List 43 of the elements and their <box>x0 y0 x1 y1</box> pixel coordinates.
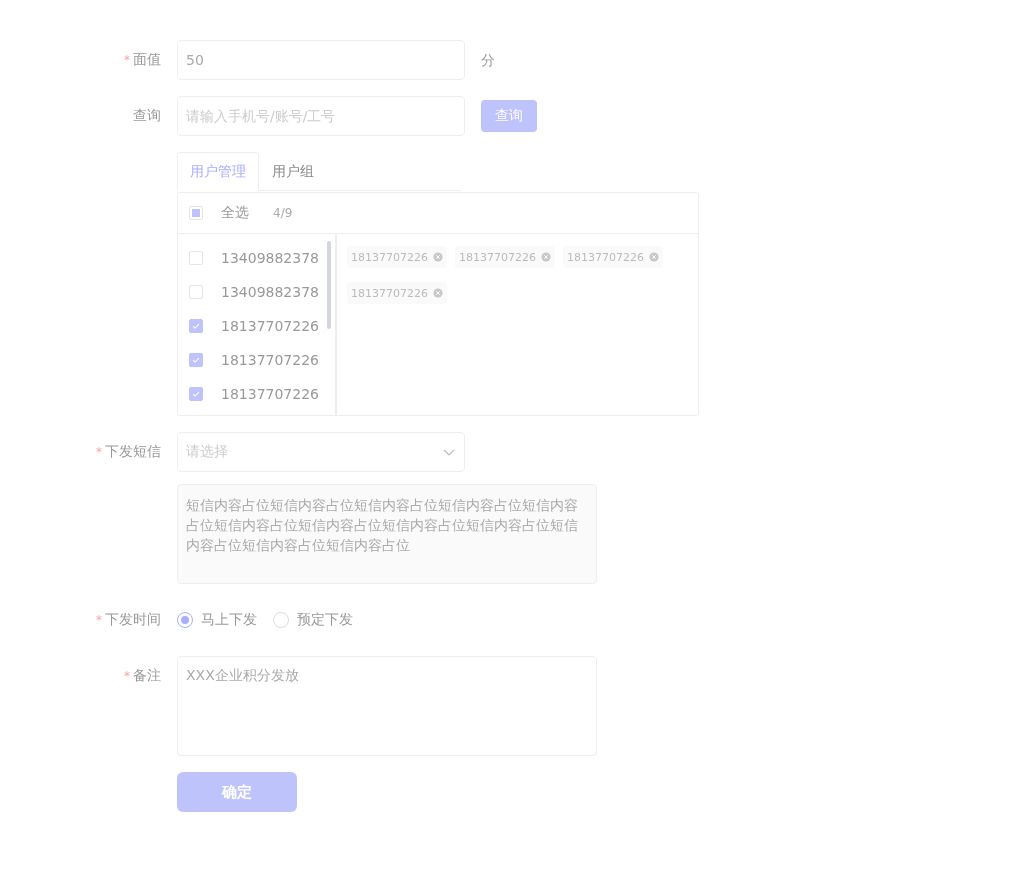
required-mark: * <box>96 613 102 627</box>
field-label: 下发时间 <box>105 611 161 629</box>
field-label: 备注 <box>133 667 161 685</box>
radio-label: 预定下发 <box>297 611 353 629</box>
field-label: 下发短信 <box>105 443 161 461</box>
radio-button[interactable] <box>177 612 193 628</box>
remove-icon[interactable] <box>540 252 551 262</box>
phone-number: 13409882378 <box>221 284 319 300</box>
phone-number: 18137707226 <box>221 318 319 334</box>
field-label: 查询 <box>133 107 161 125</box>
required-mark: * <box>124 669 130 683</box>
checkbox[interactable] <box>189 353 203 367</box>
select-all-checkbox[interactable] <box>189 206 203 220</box>
selected-tag: 18137707226 <box>455 246 555 268</box>
tab[interactable]: 用户组 <box>259 152 327 190</box>
confirm-button[interactable]: 确定 <box>177 772 297 812</box>
face-value-input[interactable]: 50 <box>177 40 465 80</box>
selected-tag: 18137707226 <box>562 246 663 268</box>
phone-number: 13409882378 <box>221 250 319 266</box>
unit-label: 分 <box>481 51 495 70</box>
checkbox[interactable] <box>189 285 203 299</box>
checkbox[interactable] <box>189 387 203 401</box>
checkbox[interactable] <box>189 251 203 265</box>
remove-icon[interactable] <box>648 252 659 262</box>
sms-content: 短信内容占位短信内容占位短信内容占位短信内容占位短信内容占位短信内容占位短信内容占位短信内容占位短信内容占位短信内容占位短信内容占位短信内容占位 <box>177 484 597 584</box>
radio-label: 马上下发 <box>201 611 257 629</box>
remove-icon[interactable] <box>433 252 443 262</box>
select-all-label: 全选 <box>221 204 249 222</box>
required-mark: * <box>96 445 102 459</box>
field-label: 面值 <box>133 51 161 69</box>
radio-button[interactable] <box>273 612 289 628</box>
selection-count: 4/9 <box>273 206 293 220</box>
checkbox[interactable] <box>189 319 203 333</box>
phone-number: 18137707226 <box>221 386 319 402</box>
scrollbar-thumb[interactable] <box>327 241 331 329</box>
remove-icon[interactable] <box>433 288 443 298</box>
required-mark: * <box>124 53 130 67</box>
query-button[interactable]: 查询 <box>481 100 537 132</box>
remark-textarea[interactable]: XXX企业积分发放 <box>177 656 597 756</box>
phone-number: 18137707226 <box>221 352 319 368</box>
tab[interactable]: 用户管理 <box>177 152 259 191</box>
selected-tag: 18137707226 <box>347 282 447 304</box>
selected-tag: 18137707226 <box>347 246 447 268</box>
